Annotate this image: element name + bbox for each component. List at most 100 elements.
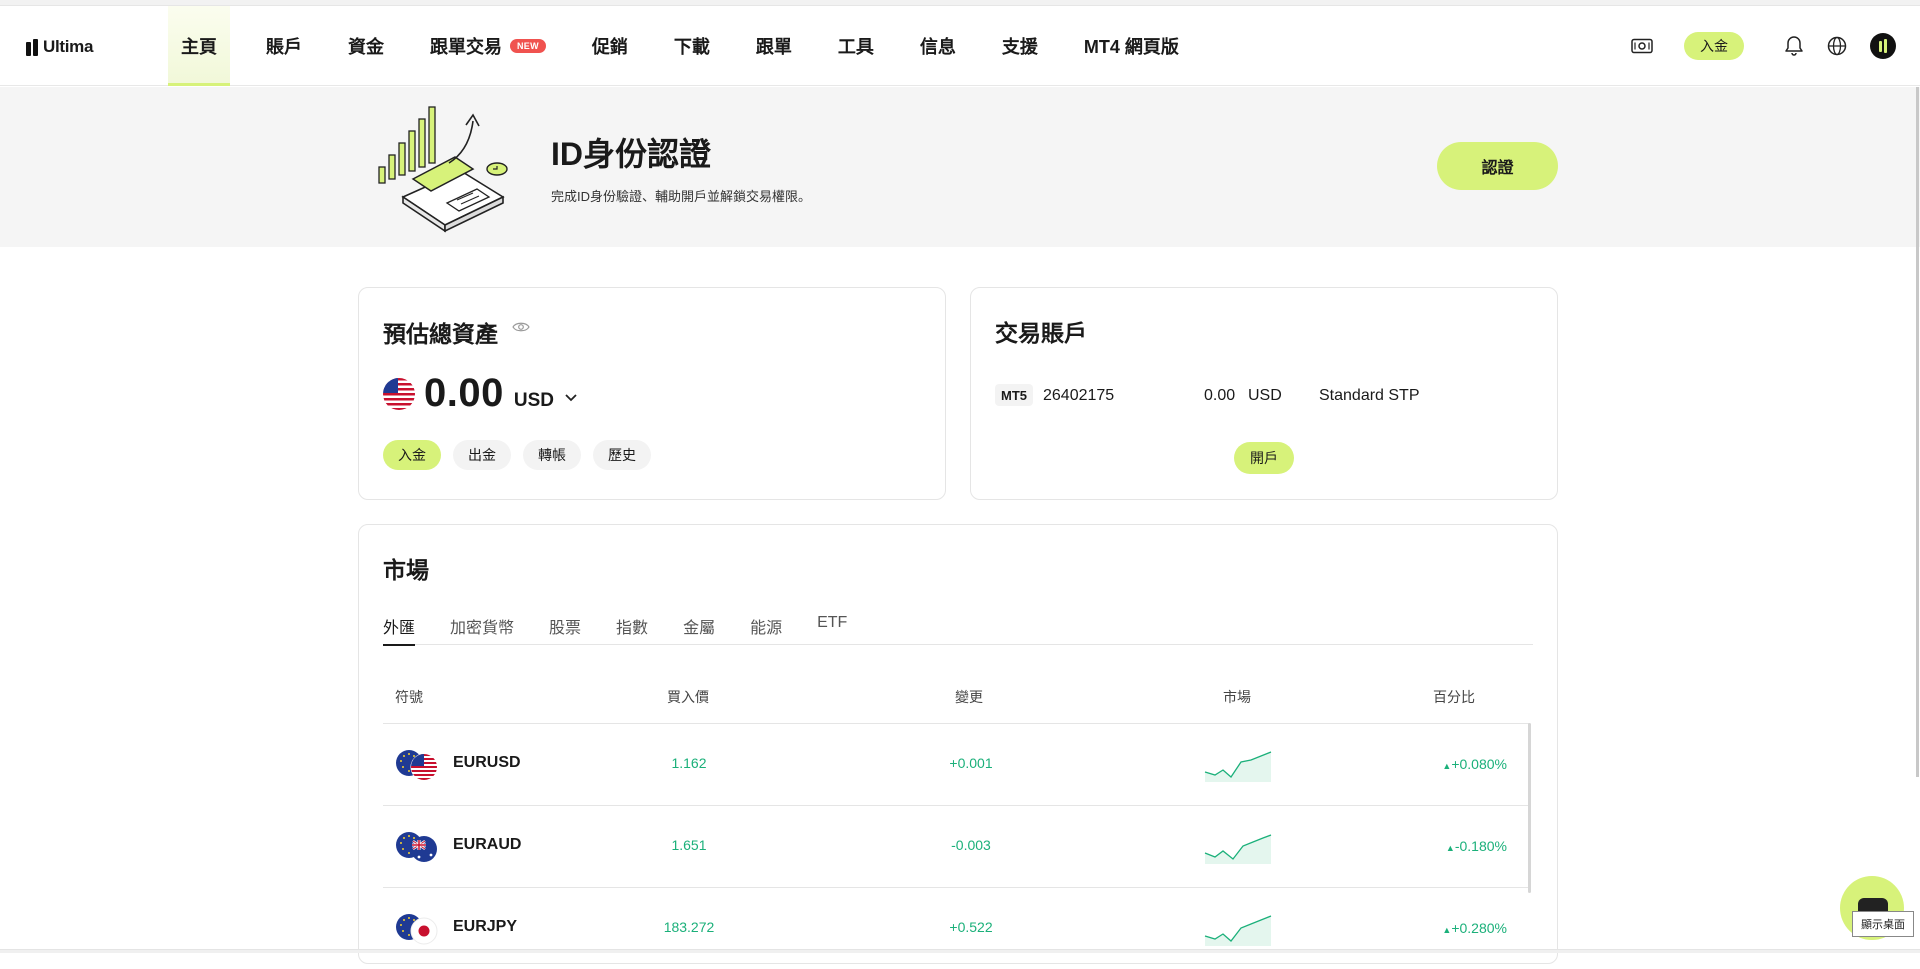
up-arrow-icon: ▲: [1442, 925, 1452, 935]
asset-actions: 入金 出金 轉帳 歷史: [383, 440, 651, 470]
history-button[interactable]: 歷史: [593, 440, 651, 470]
balance-display: 0.00 USD: [383, 371, 578, 416]
account-balance: 0.00: [1204, 387, 1236, 404]
percent-change: ▲-0.180%: [1397, 838, 1507, 854]
ultima-logo-icon: [26, 38, 39, 56]
account-row[interactable]: MT5 26402175 0.00 USD Standard STP: [995, 384, 1555, 410]
cash-icon[interactable]: [1630, 34, 1654, 58]
percent-value: +0.280%: [1451, 920, 1507, 936]
withdraw-button[interactable]: 出金: [453, 440, 511, 470]
estimated-assets-card: 預估總資產 0.00 USD 入金 出金 轉帳 歷史: [358, 287, 946, 500]
nav-item-support[interactable]: 支援: [989, 6, 1051, 86]
nav-label: 資金: [348, 37, 384, 57]
nav-item-mt4-web[interactable]: MT4 網頁版: [1071, 6, 1192, 86]
nav-label: 跟單: [755, 37, 792, 57]
eur-aud-flags-icon: [395, 831, 439, 863]
tab-energy[interactable]: 能源: [750, 612, 782, 645]
account-type: Standard STP: [1319, 387, 1420, 404]
percent-value: +0.080%: [1451, 756, 1507, 772]
nav-label: 下載: [673, 37, 710, 57]
id-verification-banner: ID身份認證 完成ID身份驗證、輔助開戶並解鎖交易權限。 認證: [0, 87, 1920, 247]
nav-label: 賬戶: [266, 37, 302, 57]
up-arrow-icon: ▲: [1445, 843, 1455, 853]
nav-label: 工具: [837, 37, 874, 57]
market-title: 市場: [383, 557, 429, 583]
percent-change: ▲+0.280%: [1397, 920, 1507, 936]
percent-value: -0.180%: [1454, 838, 1507, 854]
tab-etf[interactable]: ETF: [817, 612, 847, 645]
tab-forex[interactable]: 外匯: [383, 612, 416, 646]
page-scrollbar[interactable]: [1916, 87, 1919, 777]
account-number: 26402175: [1043, 387, 1115, 404]
chevron-down-icon[interactable]: [564, 389, 578, 407]
nav-label: MT4 網頁版: [1083, 37, 1179, 57]
deposit-button[interactable]: 入金: [383, 440, 441, 470]
table-row[interactable]: EURJPY 183.272 +0.522 ▲+0.280%: [383, 887, 1529, 969]
nav-item-promotions[interactable]: 促銷: [579, 6, 641, 86]
sparkline-chart: [1203, 830, 1273, 869]
nav-item-copy-trading[interactable]: 跟單交易 NEW: [417, 6, 559, 86]
brand-logo[interactable]: Ultima: [26, 37, 93, 57]
nav-item-download[interactable]: 下載: [661, 6, 723, 86]
nav-item-funds[interactable]: 資金: [335, 6, 397, 86]
col-change: 變更: [955, 689, 983, 705]
nav-label: 跟單交易: [430, 37, 502, 57]
tab-indices[interactable]: 指數: [616, 612, 648, 645]
brand-name: Ultima: [43, 37, 94, 56]
bell-icon[interactable]: [1782, 34, 1806, 58]
up-arrow-icon: ▲: [1442, 761, 1452, 771]
banner-subtitle: 完成ID身份驗證、輔助開戶並解鎖交易權限。: [551, 189, 812, 204]
col-symbol: 符號: [395, 689, 423, 705]
verify-button[interactable]: 認證: [1437, 142, 1558, 190]
show-desktop-tooltip: 顯示桌面: [1852, 911, 1914, 937]
nav-label: 促銷: [591, 37, 628, 57]
bid-price: 183.272: [663, 919, 715, 935]
header-deposit-button[interactable]: 入金: [1684, 32, 1744, 60]
market-card: 市場 外匯 加密貨幣 股票 指數 金屬 能源 ETF 符號 買入價 變更 市場 …: [358, 524, 1558, 964]
tab-stocks[interactable]: 股票: [549, 612, 581, 645]
account-currency: USD: [1248, 387, 1282, 404]
globe-icon[interactable]: [1825, 34, 1849, 58]
user-avatar[interactable]: [1870, 33, 1896, 59]
open-account-button[interactable]: 開戶: [1234, 442, 1294, 474]
nav-label: 主頁: [181, 37, 217, 57]
eur-usd-flags-icon: [395, 749, 439, 781]
tab-metals[interactable]: 金屬: [683, 612, 715, 645]
new-badge: NEW: [510, 39, 546, 53]
symbol-name: EURAUD: [453, 836, 522, 853]
nav-item-tools[interactable]: 工具: [825, 6, 887, 86]
price-change: +0.001: [949, 755, 993, 771]
col-bid: 買入價: [667, 689, 709, 705]
tab-crypto[interactable]: 加密貨幣: [450, 612, 514, 645]
sparkline-chart: [1203, 748, 1273, 787]
percent-change: ▲+0.080%: [1397, 756, 1507, 772]
nav-item-home[interactable]: 主頁: [168, 6, 230, 86]
top-navbar: Ultima 主頁 賬戶 資金 跟單交易 NEW 促銷 下載 跟單 工具 信息 支…: [0, 6, 1920, 86]
verification-illustration: [373, 99, 519, 239]
table-row[interactable]: EURUSD 1.162 +0.001 ▲+0.080%: [383, 723, 1529, 805]
balance-currency: USD: [513, 390, 554, 411]
col-percent: 百分比: [1433, 689, 1475, 705]
main-nav: 主頁 賬戶 資金 跟單交易 NEW 促銷 下載 跟單 工具 信息 支援 MT4 網…: [168, 6, 1212, 86]
symbol-name: EURUSD: [453, 754, 521, 771]
symbol-name: EURJPY: [453, 918, 518, 935]
transfer-button[interactable]: 轉帳: [523, 440, 581, 470]
price-change: -0.003: [951, 837, 991, 853]
nav-item-info[interactable]: 信息: [907, 6, 969, 86]
eye-icon[interactable]: [512, 320, 530, 338]
table-scrollbar[interactable]: [1528, 723, 1531, 893]
trading-account-card: 交易賬戶 MT5 26402175 0.00 USD Standard STP …: [970, 287, 1558, 500]
eur-jpy-flags-icon: [395, 913, 439, 945]
sparkline-chart: [1203, 912, 1273, 951]
col-market: 市場: [1223, 689, 1251, 705]
assets-title: 預估總資產: [383, 321, 498, 347]
market-tabs: 外匯 加密貨幣 股票 指數 金屬 能源 ETF: [383, 612, 1533, 646]
balance-amount: 0.00: [424, 371, 504, 415]
bid-price: 1.651: [671, 837, 707, 853]
table-row[interactable]: EURAUD 1.651 -0.003 ▲-0.180%: [383, 805, 1529, 887]
taskbar-edge: [0, 949, 1920, 953]
nav-item-follow[interactable]: 跟單: [743, 6, 805, 86]
price-change: +0.522: [949, 919, 993, 935]
us-flag-icon: [383, 377, 415, 410]
nav-item-account[interactable]: 賬戶: [253, 6, 315, 86]
